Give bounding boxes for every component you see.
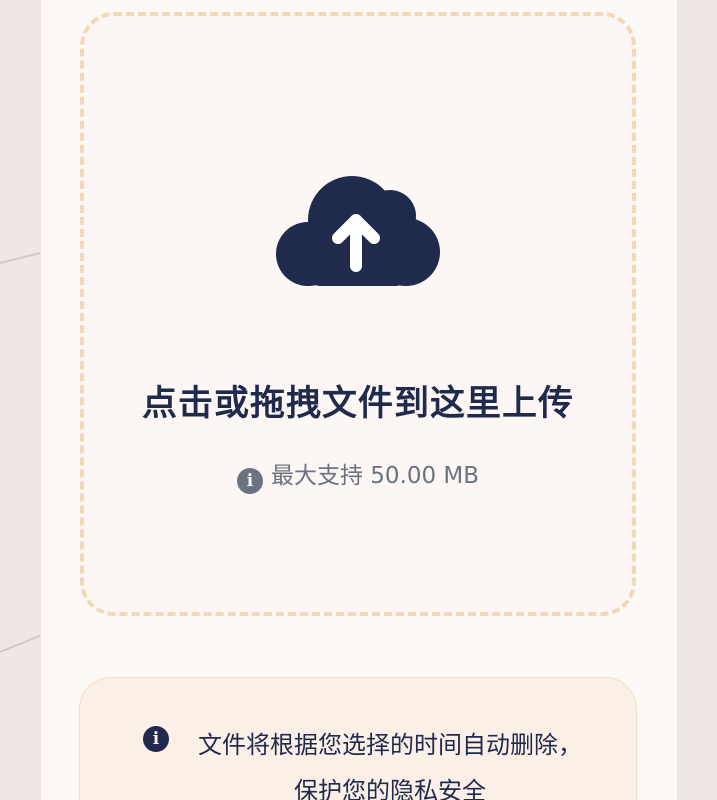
- file-dropzone[interactable]: [80, 12, 636, 616]
- background-decoration: [0, 251, 44, 264]
- size-limit-text: 最大支持 50.00 MB: [270, 463, 480, 489]
- info-icon: i: [143, 726, 169, 752]
- cloud-upload-icon: [276, 176, 440, 286]
- background-decoration: [0, 634, 43, 653]
- info-icon: i: [236, 468, 263, 494]
- privacy-notice-text: 文件将根据您选择的时间自动删除，保护您的隐私安全: [198, 731, 582, 800]
- size-limit-row: i 最大支持 50.00 MB: [80, 456, 636, 494]
- upload-title: 点击或拖拽文件到这里上传: [141, 384, 574, 424]
